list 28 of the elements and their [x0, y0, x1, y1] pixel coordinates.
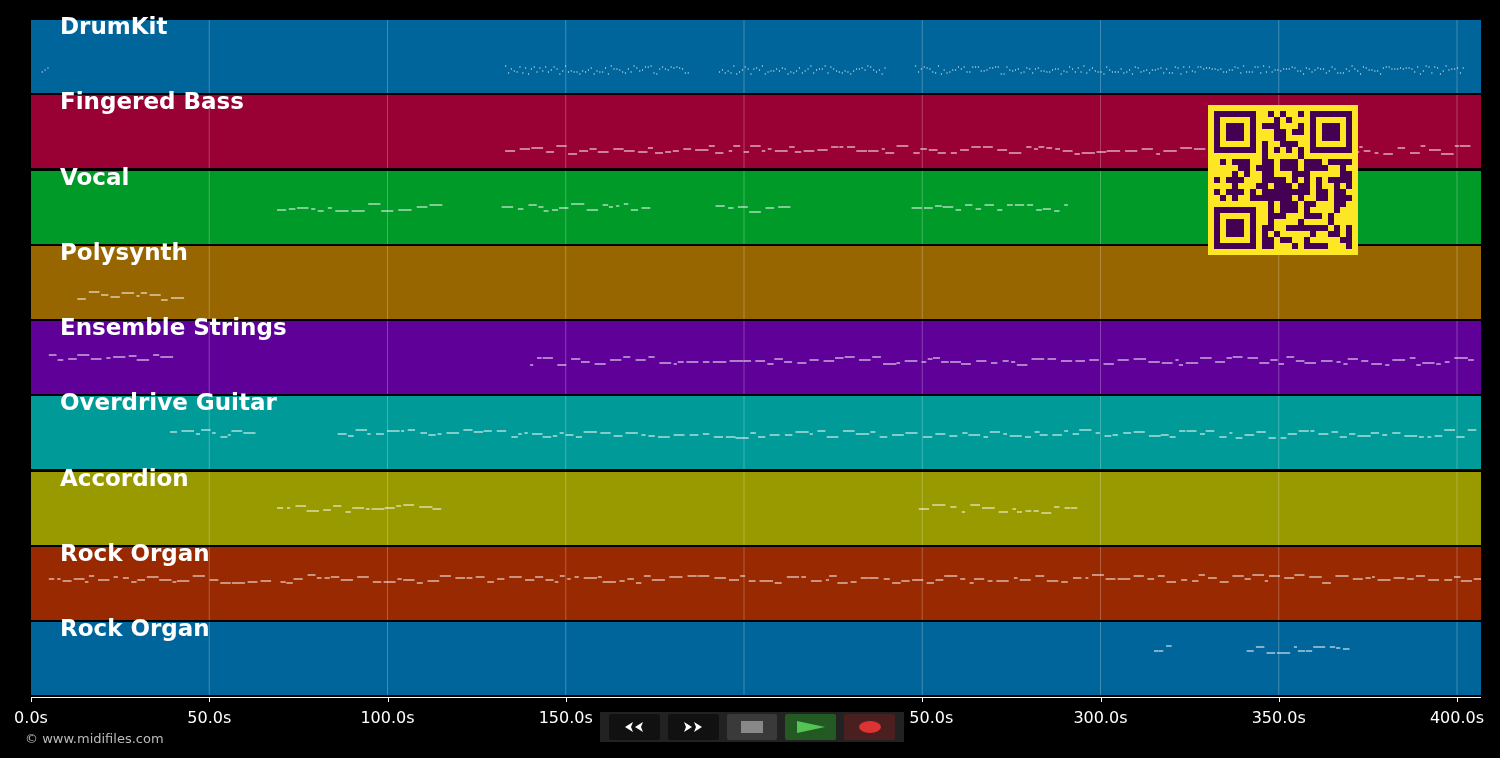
- stop-button[interactable]: [726, 714, 778, 740]
- copyright-text: © www.midifiles.com: [25, 730, 164, 748]
- time-label: 350.0s: [1251, 707, 1306, 729]
- time-label: 400.0s: [1429, 707, 1485, 729]
- track-name: Rock Organ: [60, 617, 210, 641]
- time-label: 50.0s: [909, 707, 954, 729]
- track-name: Rock Organ: [60, 542, 210, 566]
- track-name: Overdrive Guitar: [60, 391, 277, 415]
- rewind-button[interactable]: [609, 714, 660, 740]
- track-name: Accordion: [60, 466, 189, 490]
- track-name: Polysynth: [60, 240, 188, 264]
- record-button[interactable]: [844, 714, 895, 740]
- time-label: 300.0s: [1073, 707, 1128, 729]
- stop-icon: [741, 721, 763, 733]
- record-icon: [858, 721, 881, 733]
- track-name: Vocal: [60, 165, 130, 189]
- forward-button[interactable]: [667, 714, 719, 740]
- time-label: 0.0s: [14, 707, 48, 729]
- time-label: 50.0s: [187, 707, 232, 729]
- time-label: 150.0s: [538, 707, 593, 729]
- play-icon: [796, 721, 825, 733]
- rewind-icon: [623, 721, 646, 733]
- play-button[interactable]: [785, 714, 837, 740]
- time-label: 100.0s: [360, 707, 415, 729]
- track-name: DrumKit: [60, 15, 168, 38]
- track-name: Ensemble Strings: [60, 316, 287, 340]
- qr-code-icon: [1208, 105, 1358, 255]
- track-name: Fingered Bass: [60, 90, 244, 114]
